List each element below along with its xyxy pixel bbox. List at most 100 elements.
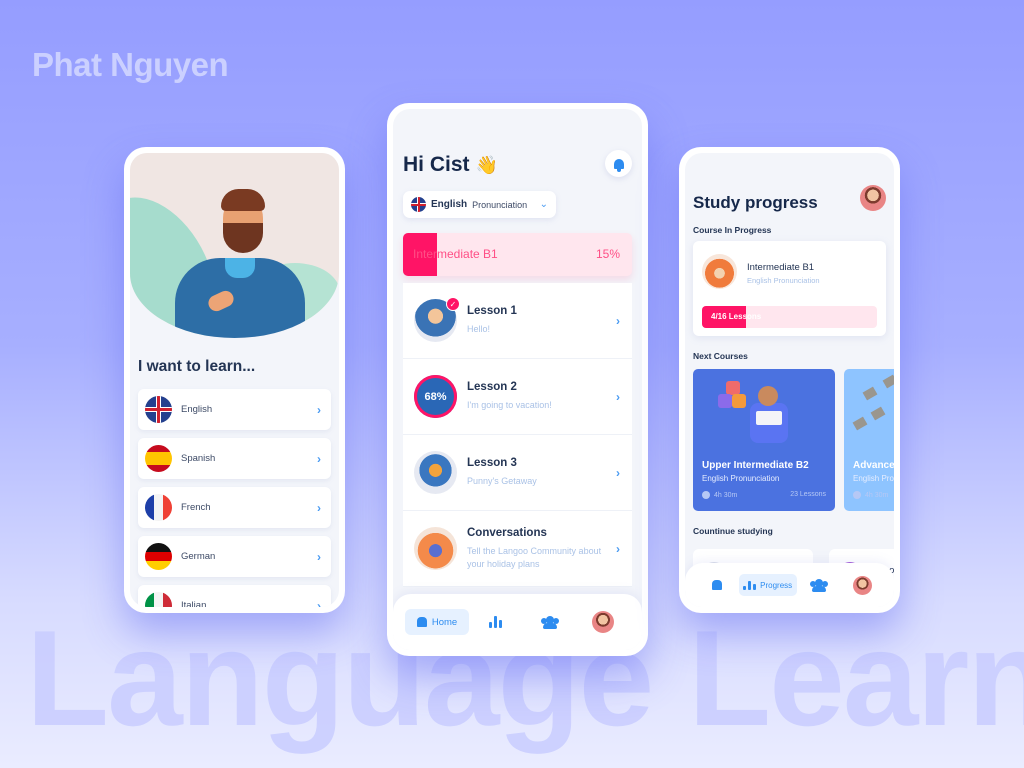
spain-flag-icon xyxy=(145,445,172,472)
next-courses-label: Next Courses xyxy=(693,351,748,361)
lesson-item[interactable]: 68% Lesson 2 I'm going to vacation! › xyxy=(403,359,632,435)
current-course-card[interactable]: Intermediate B1 English Pronunciation 4/… xyxy=(693,241,886,336)
next-course-card[interactable]: Upper Intermediate B2 English Pronunciat… xyxy=(693,369,835,511)
bell-icon xyxy=(613,158,624,172)
lesson-item[interactable]: Conversations Tell the Langoo Community … xyxy=(403,511,632,587)
lesson-subtitle: Hello! xyxy=(467,324,491,335)
laptop xyxy=(756,411,782,425)
lesson-progress-label: 68% xyxy=(424,390,447,403)
hex-badge xyxy=(726,381,740,395)
hero-illustration xyxy=(130,153,339,338)
check-icon: ✓ xyxy=(446,297,460,311)
phone-home: Hi Cist 👋 English Pronunciation ⌄ Interm… xyxy=(387,103,648,656)
bar-chart-icon xyxy=(489,616,503,628)
paper-illustration xyxy=(870,406,886,421)
waving-hand-icon: 👋 xyxy=(475,154,498,175)
level-percent: 15% xyxy=(595,247,620,261)
nav-community[interactable] xyxy=(797,578,841,592)
language-item-english[interactable]: English › xyxy=(138,389,331,430)
language-name: French xyxy=(181,502,211,513)
uk-flag-icon xyxy=(145,396,172,423)
uk-flag-icon xyxy=(411,197,426,212)
character-head xyxy=(758,386,778,406)
selected-course: Pronunciation xyxy=(472,199,528,210)
language-item-spanish[interactable]: Spanish › xyxy=(138,438,331,479)
nav-home[interactable] xyxy=(695,580,739,590)
character-collar xyxy=(225,258,255,278)
paper-illustration xyxy=(852,416,868,431)
chevron-right-icon: › xyxy=(317,451,321,466)
chevron-right-icon: › xyxy=(317,598,321,608)
paper-illustration xyxy=(882,374,894,389)
page-title: Study progress xyxy=(693,193,818,212)
character-hair xyxy=(221,189,265,211)
chevron-right-icon: › xyxy=(317,500,321,515)
course-subtitle: English Pronunciation xyxy=(747,276,820,285)
language-item-german[interactable]: German › xyxy=(138,536,331,577)
language-name: German xyxy=(181,551,216,562)
user-avatar[interactable] xyxy=(860,185,886,211)
home-icon xyxy=(416,617,427,627)
language-picker-screen: I want to learn... English › Spanish › F… xyxy=(130,153,339,607)
language-item-french[interactable]: French › xyxy=(138,487,331,528)
selected-language: English xyxy=(431,199,468,210)
course-in-progress-label: Course In Progress xyxy=(693,225,772,235)
next-course-lessons: 23 Lessons xyxy=(790,491,826,498)
lesson-title: Lesson 2 xyxy=(467,381,517,394)
hex-badge xyxy=(718,394,732,408)
language-list: English › Spanish › French › German › It… xyxy=(138,389,331,607)
learn-heading: I want to learn... xyxy=(138,358,256,375)
italy-flag-icon xyxy=(145,592,172,607)
lesson-item[interactable]: Lesson 3 Punny's Getaway › xyxy=(403,435,632,511)
course-name: Intermediate B1 xyxy=(747,262,815,273)
next-course-card[interactable]: Advance English Pronunciation 4h 30m xyxy=(844,369,894,511)
chevron-right-icon: › xyxy=(616,389,620,404)
chevron-right-icon: › xyxy=(616,465,620,480)
nav-profile[interactable] xyxy=(576,611,630,633)
nav-progress-label: Progress xyxy=(760,580,793,590)
lesson-list: ✓ Lesson 1 Hello! › 68% Lesson 2 I'm goi… xyxy=(403,283,632,587)
chevron-right-icon: › xyxy=(317,402,321,417)
course-progress-label: 4/16 Lessons xyxy=(711,312,762,321)
nav-home-label: Home xyxy=(431,616,458,628)
lesson-title: Lesson 1 xyxy=(467,305,517,318)
lesson-title: Conversations xyxy=(467,527,547,540)
greeting-text: Hi Cist xyxy=(403,153,470,176)
hex-badge xyxy=(732,394,746,408)
next-course-subtitle: English Pronunciation xyxy=(702,474,780,483)
community-icon xyxy=(809,578,828,592)
next-course-title: Advance xyxy=(853,460,894,471)
character-beard xyxy=(223,223,263,253)
next-course-title: Upper Intermediate B2 xyxy=(702,460,809,471)
next-course-duration: 4h 30m xyxy=(853,491,888,499)
home-screen: Hi Cist 👋 English Pronunciation ⌄ Interm… xyxy=(393,109,642,650)
duration-text: 4h 30m xyxy=(714,491,738,499)
next-course-duration: 4h 30m xyxy=(702,491,737,499)
nav-progress[interactable] xyxy=(469,616,523,628)
lesson-item[interactable]: ✓ Lesson 1 Hello! › xyxy=(403,283,632,359)
nav-progress[interactable]: Progress xyxy=(738,574,797,596)
notifications-button[interactable] xyxy=(605,150,632,177)
user-avatar xyxy=(592,611,615,633)
chevron-down-icon: ⌄ xyxy=(539,199,548,210)
author-name: Phat Nguyen xyxy=(32,46,229,83)
nav-profile[interactable] xyxy=(840,575,884,595)
course-thumbnail xyxy=(702,254,737,289)
language-name: Spanish xyxy=(181,453,216,464)
language-item-italian[interactable]: Italian › xyxy=(138,585,331,607)
chevron-right-icon: › xyxy=(616,313,620,328)
lesson-subtitle: Tell the Langoo Community about your hol… xyxy=(467,546,602,569)
next-course-subtitle: English Pronunciation xyxy=(853,474,894,483)
lesson-subtitle: Punny's Getaway xyxy=(467,476,537,487)
course-progress-bar: 4/16 Lessons xyxy=(702,306,877,328)
home-icon xyxy=(711,580,722,590)
greeting: Hi Cist 👋 xyxy=(403,153,498,177)
course-illustration xyxy=(718,381,813,451)
clock-icon xyxy=(853,491,861,499)
germany-flag-icon xyxy=(145,543,172,570)
clock-icon xyxy=(702,491,710,499)
nav-community[interactable] xyxy=(523,615,577,629)
nav-home[interactable]: Home xyxy=(405,609,469,635)
course-language-dropdown[interactable]: English Pronunciation ⌄ xyxy=(403,191,556,218)
level-progress-bar[interactable]: Intermediate B1 15% xyxy=(403,233,632,276)
